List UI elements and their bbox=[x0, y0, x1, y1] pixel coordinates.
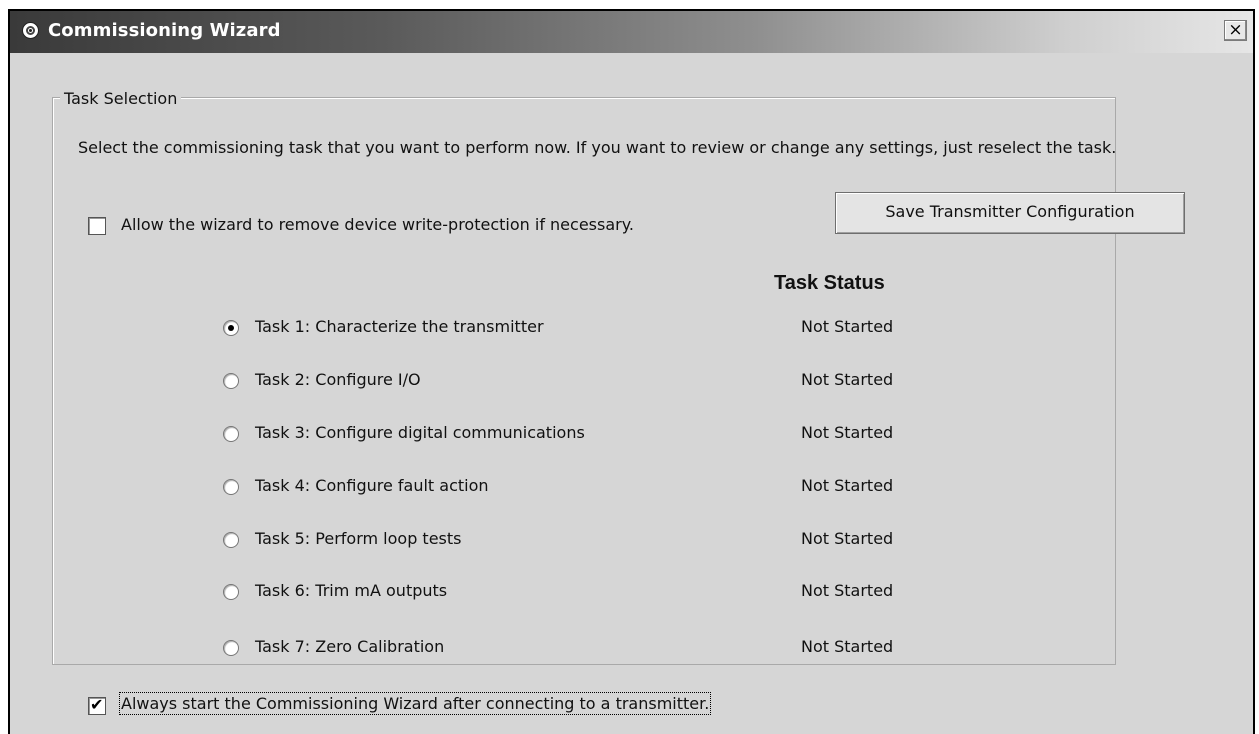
task-label[interactable]: Task 1: Characterize the transmitter bbox=[255, 317, 544, 336]
task-status: Not Started bbox=[801, 423, 894, 442]
task-label[interactable]: Task 7: Zero Calibration bbox=[255, 637, 444, 656]
title-bar[interactable]: Commissioning Wizard × bbox=[10, 11, 1253, 53]
task-radio[interactable] bbox=[223, 532, 239, 548]
task-radio[interactable] bbox=[223, 584, 239, 600]
task-radio[interactable] bbox=[223, 373, 239, 389]
task-radio[interactable] bbox=[223, 426, 239, 442]
close-button[interactable]: × bbox=[1224, 20, 1247, 41]
always-start-label[interactable]: Always start the Commissioning Wizard af… bbox=[118, 692, 712, 715]
write-protect-label[interactable]: Allow the wizard to remove device write-… bbox=[121, 215, 634, 234]
always-start-checkbox[interactable] bbox=[88, 695, 106, 715]
window-title: Commissioning Wizard bbox=[48, 20, 281, 41]
task-radio[interactable] bbox=[223, 479, 239, 495]
instructions-text: Select the commissioning task that you w… bbox=[78, 138, 1117, 157]
task-label[interactable]: Task 4: Configure fault action bbox=[255, 476, 489, 495]
task-status: Not Started bbox=[801, 637, 894, 656]
task-radio[interactable] bbox=[223, 640, 239, 656]
task-selection-group bbox=[52, 97, 1116, 665]
task-radio[interactable] bbox=[223, 320, 239, 336]
task-status: Not Started bbox=[801, 476, 894, 495]
task-status: Not Started bbox=[801, 581, 894, 600]
task-status-header: Task Status bbox=[774, 272, 885, 294]
task-status: Not Started bbox=[801, 317, 894, 336]
task-status: Not Started bbox=[801, 529, 894, 548]
task-label[interactable]: Task 2: Configure I/O bbox=[255, 370, 421, 389]
task-label[interactable]: Task 6: Trim mA outputs bbox=[255, 581, 447, 600]
group-legend: Task Selection bbox=[60, 89, 182, 108]
task-label[interactable]: Task 3: Configure digital communications bbox=[255, 423, 585, 442]
save-transmitter-configuration-button[interactable]: Save Transmitter Configuration bbox=[835, 192, 1185, 234]
app-icon bbox=[22, 22, 39, 39]
task-label[interactable]: Task 5: Perform loop tests bbox=[255, 529, 462, 548]
write-protect-checkbox[interactable] bbox=[88, 217, 106, 235]
task-status: Not Started bbox=[801, 370, 894, 389]
